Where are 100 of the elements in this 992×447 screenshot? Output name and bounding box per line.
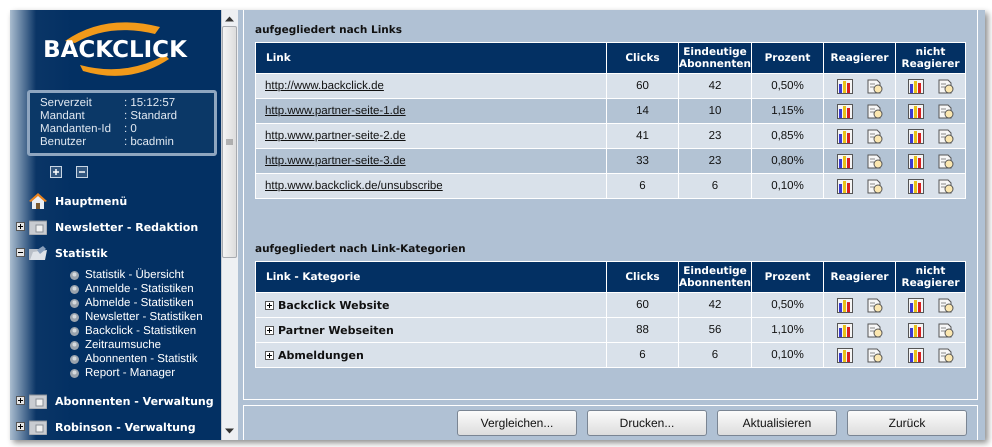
- scroll-down-icon[interactable]: [225, 426, 234, 436]
- link[interactable]: http://www.backclick.de: [265, 80, 384, 92]
- bullet-icon: [70, 284, 79, 294]
- column-header: Eindeutige Abonnenten: [679, 262, 751, 292]
- expand-icon[interactable]: [16, 396, 25, 404]
- bar-chart-icon[interactable]: [836, 128, 852, 144]
- bar-chart-icon[interactable]: [908, 298, 924, 312]
- column-header: Prozent: [752, 43, 823, 73]
- expand-icon[interactable]: [16, 222, 25, 230]
- menu-item[interactable]: Statistik: [55, 246, 108, 260]
- bar-chart-icon[interactable]: [908, 322, 924, 338]
- info-value: : bcadmin: [124, 136, 175, 149]
- table-cell: 56: [679, 318, 751, 342]
- scroll-thumb[interactable]: [222, 26, 238, 258]
- bullet-icon: [70, 270, 79, 280]
- column-header: Link - Kategorie: [256, 262, 606, 292]
- document-icon[interactable]: [866, 104, 882, 118]
- expand-icon[interactable]: [265, 300, 274, 310]
- info-label: Benutzer: [40, 136, 88, 149]
- document-icon[interactable]: [938, 322, 954, 338]
- column-header: Link: [256, 43, 606, 73]
- document-icon[interactable]: [938, 298, 954, 312]
- document-icon[interactable]: [938, 128, 954, 144]
- bar-chart-icon[interactable]: [908, 348, 924, 362]
- bullet-icon: [70, 326, 79, 336]
- expand-icon[interactable]: [265, 350, 274, 360]
- bar-chart-icon[interactable]: [908, 104, 924, 118]
- table-cell: 14: [607, 99, 678, 123]
- bar-chart-icon[interactable]: [908, 178, 924, 194]
- bar-chart-icon[interactable]: [836, 298, 852, 312]
- action-button[interactable]: Drucken...: [587, 410, 707, 436]
- document-icon[interactable]: [866, 154, 882, 168]
- document-icon[interactable]: [866, 178, 882, 194]
- collapse-all-icon[interactable]: [76, 166, 88, 178]
- category-name: Abmeldungen: [278, 348, 364, 362]
- submenu-item[interactable]: Backclick - Statistiken: [85, 325, 196, 337]
- table-cell: 0,50%: [752, 74, 823, 98]
- table-cell: 6: [607, 174, 678, 198]
- document-icon[interactable]: [938, 178, 954, 194]
- section-title: aufgegliedert nach Link-Kategorien: [255, 243, 467, 255]
- info-label: Mandant: [40, 110, 86, 123]
- submenu-item[interactable]: Abmelde - Statistiken: [85, 297, 194, 309]
- submenu-item[interactable]: Anmelde - Statistiken: [85, 283, 194, 295]
- column-header: Reagierer: [824, 43, 895, 73]
- menu-item[interactable]: Abonnenten - Verwaltung: [55, 394, 214, 408]
- submenu-item[interactable]: Statistik - Übersicht: [85, 269, 184, 281]
- document-icon[interactable]: [866, 78, 882, 94]
- document-icon[interactable]: [938, 104, 954, 118]
- collapse-icon[interactable]: [16, 248, 25, 256]
- menu-item[interactable]: Robinson - Verwaltung: [55, 420, 196, 434]
- document-icon[interactable]: [938, 78, 954, 94]
- expand-icon[interactable]: [265, 326, 274, 334]
- submenu-item[interactable]: Report - Manager: [85, 367, 176, 379]
- submenu-item[interactable]: Abonnenten - Statistik: [85, 353, 198, 365]
- expand-icon[interactable]: [16, 422, 25, 430]
- scroll-up-icon[interactable]: [225, 14, 234, 24]
- bar-chart-icon[interactable]: [836, 322, 852, 338]
- bullet-icon: [70, 340, 79, 350]
- bar-chart-icon[interactable]: [836, 154, 852, 168]
- submenu-item[interactable]: Newsletter - Statistiken: [85, 311, 203, 323]
- bullet-icon: [70, 312, 79, 322]
- table-cell: 10: [679, 99, 751, 123]
- menu-item[interactable]: Newsletter - Redaktion: [55, 220, 198, 234]
- table-cell: 6: [607, 343, 678, 367]
- bar-chart-icon[interactable]: [836, 348, 852, 362]
- menu-item[interactable]: Hauptmenü: [55, 194, 128, 208]
- folder-icon: [29, 420, 47, 434]
- column-header: Clicks: [607, 262, 678, 292]
- bar-chart-icon[interactable]: [908, 78, 924, 94]
- table-cell: 0,85%: [752, 124, 823, 148]
- document-icon[interactable]: [866, 298, 882, 312]
- document-icon[interactable]: [866, 348, 882, 362]
- action-button[interactable]: Vergleichen...: [457, 410, 577, 436]
- table-cell: 23: [679, 149, 751, 173]
- table-cell: 60: [607, 74, 678, 98]
- table-cell: 0,10%: [752, 174, 823, 198]
- expand-all-icon[interactable]: [50, 166, 62, 178]
- submenu-item[interactable]: Zeitraumsuche: [85, 339, 162, 351]
- document-icon[interactable]: [866, 128, 882, 144]
- action-button[interactable]: Aktualisieren: [717, 410, 837, 436]
- document-icon[interactable]: [938, 154, 954, 168]
- bar-chart-icon[interactable]: [836, 78, 852, 94]
- info-label: Serverzeit: [40, 97, 93, 110]
- scrollbar[interactable]: [220, 10, 238, 440]
- bar-chart-icon[interactable]: [836, 104, 852, 118]
- action-button[interactable]: Zurück: [847, 410, 967, 436]
- info-value: : 0: [124, 123, 138, 136]
- bar-chart-icon[interactable]: [908, 128, 924, 144]
- table-cell: 0,10%: [752, 343, 823, 367]
- bar-chart-icon[interactable]: [908, 154, 924, 168]
- bar-chart-icon[interactable]: [836, 178, 852, 194]
- document-icon[interactable]: [866, 322, 882, 338]
- table-cell: 41: [607, 124, 678, 148]
- column-header: nicht Reagierer: [896, 43, 965, 73]
- table-cell: 1,10%: [752, 318, 823, 342]
- category-name: Partner Webseiten: [278, 324, 394, 336]
- document-icon[interactable]: [938, 348, 954, 362]
- house-icon: [29, 192, 47, 210]
- folder-icon: [29, 246, 47, 260]
- column-header: Eindeutige Abonnenten: [679, 43, 751, 73]
